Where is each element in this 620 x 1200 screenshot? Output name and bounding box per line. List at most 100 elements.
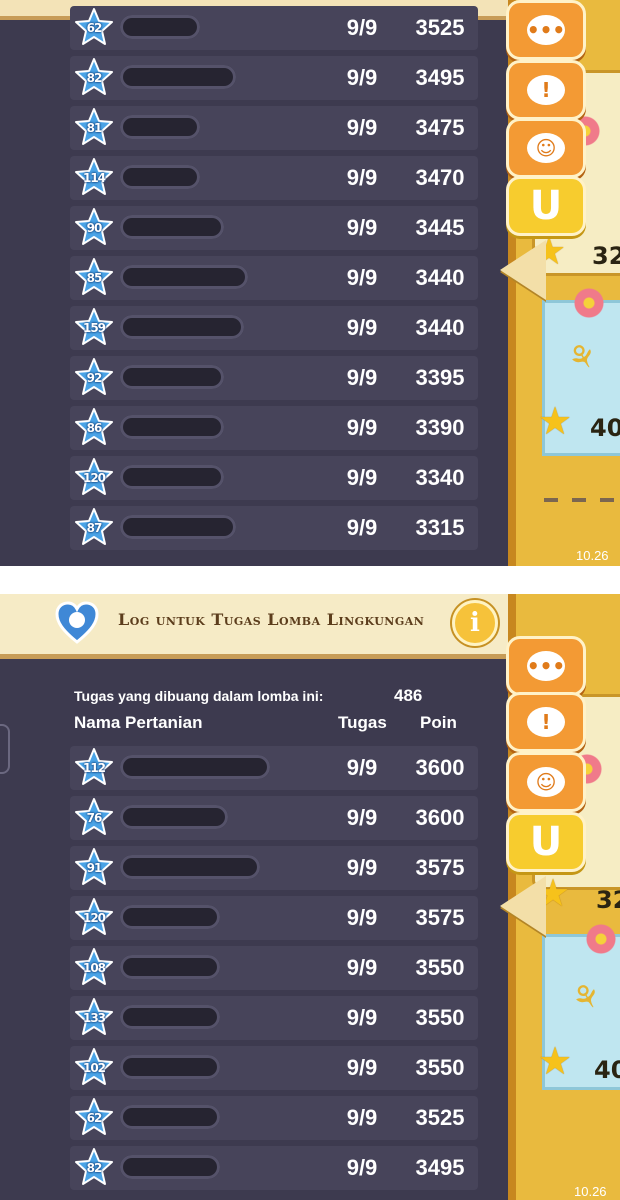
- table-row[interactable]: 120 9/9 3340: [70, 456, 478, 500]
- smiley-button[interactable]: ☺: [506, 752, 586, 812]
- level-star-badge: 76: [74, 797, 114, 837]
- level-number: 81: [86, 121, 103, 135]
- level-star-badge: 120: [74, 457, 114, 497]
- timestamp: 10.26: [576, 548, 609, 563]
- level-number: 87: [86, 521, 103, 535]
- farm-name-redacted[interactable]: [120, 365, 224, 389]
- points-value: 3390: [415, 415, 465, 440]
- farm-name-redacted[interactable]: [120, 1155, 220, 1179]
- table-row[interactable]: 86 9/9 3390: [70, 406, 478, 450]
- smiley-icon: ☺: [527, 133, 565, 163]
- table-row[interactable]: 112 9/9 3600: [70, 746, 478, 790]
- table-row[interactable]: 90 9/9 3445: [70, 206, 478, 250]
- farm-name-redacted[interactable]: [120, 165, 200, 189]
- table-row[interactable]: 62 9/9 3525: [70, 6, 478, 50]
- farm-name-redacted[interactable]: [120, 1055, 220, 1079]
- table-row[interactable]: 133 9/9 3550: [70, 996, 478, 1040]
- points-value: 3445: [415, 215, 465, 240]
- table-row[interactable]: 81 9/9 3475: [70, 106, 478, 150]
- level-star-badge: 133: [74, 997, 114, 1037]
- star-coin-icon: ★: [538, 1039, 573, 1083]
- flower-icon: [586, 924, 616, 954]
- tasks-count: 9/9: [346, 955, 378, 980]
- alert-button[interactable]: !: [506, 692, 586, 752]
- points-value: 3495: [415, 1155, 465, 1180]
- farm-name-redacted[interactable]: [120, 955, 220, 979]
- info-button[interactable]: i: [452, 600, 498, 646]
- level-number: 133: [82, 1011, 106, 1025]
- farm-name-redacted[interactable]: [120, 465, 224, 489]
- farm-name-redacted[interactable]: [120, 315, 244, 339]
- tasks-count: 9/9: [346, 905, 378, 930]
- points-value: 3470: [415, 165, 465, 190]
- scroll-handle[interactable]: [0, 724, 10, 774]
- points-value: 3495: [415, 65, 465, 90]
- farm-name-redacted[interactable]: [120, 515, 236, 539]
- level-star-badge: 108: [74, 947, 114, 987]
- tasks-count: 9/9: [346, 515, 378, 540]
- farm-name-redacted[interactable]: [120, 1005, 220, 1029]
- discarded-tasks-label: Tugas yang dibuang dalam lomba ini:: [74, 688, 324, 704]
- top-screenshot: 62 9/9 3525 82 9/9 3495 81 9/9 3475 114 …: [0, 0, 620, 566]
- points-value: 3550: [415, 1005, 465, 1030]
- tasks-count: 9/9: [346, 115, 378, 140]
- level-number: 114: [82, 171, 106, 185]
- table-row[interactable]: 102 9/9 3550: [70, 1046, 478, 1090]
- side-value: 320: [592, 242, 620, 270]
- farm-name-redacted[interactable]: [120, 415, 224, 439]
- table-row[interactable]: 92 9/9 3395: [70, 356, 478, 400]
- points-value: 3550: [415, 955, 465, 980]
- table-row[interactable]: 120 9/9 3575: [70, 896, 478, 940]
- tasks-count: 9/9: [346, 855, 378, 880]
- table-row[interactable]: 87 9/9 3315: [70, 506, 478, 550]
- table-row[interactable]: 108 9/9 3550: [70, 946, 478, 990]
- bottom-screenshot: Log untuk Tugas Lomba Lingkungan i Tugas…: [0, 594, 620, 1200]
- smiley-button[interactable]: ☺: [506, 118, 586, 178]
- table-row[interactable]: 114 9/9 3470: [70, 156, 478, 200]
- alert-button[interactable]: !: [506, 60, 586, 120]
- farm-name-redacted[interactable]: [120, 755, 270, 779]
- level-star-badge: 112: [74, 747, 114, 787]
- farm-name-redacted[interactable]: [120, 855, 260, 879]
- table-row[interactable]: 91 9/9 3575: [70, 846, 478, 890]
- table-row[interactable]: 82 9/9 3495: [70, 56, 478, 100]
- level-number: 159: [82, 321, 106, 335]
- level-number: 82: [86, 71, 103, 85]
- level-number: 92: [86, 371, 103, 385]
- table-row[interactable]: 159 9/9 3440: [70, 306, 478, 350]
- horseshoe-button[interactable]: U: [506, 176, 586, 236]
- dashed-divider: [544, 498, 620, 502]
- level-star-badge: 102: [74, 1047, 114, 1087]
- collapse-arrow-button[interactable]: [500, 240, 546, 300]
- farm-name-redacted[interactable]: [120, 805, 228, 829]
- discarded-tasks-value: 486: [394, 686, 423, 705]
- tasks-count: 9/9: [346, 1155, 378, 1180]
- tasks-count: 9/9: [346, 755, 378, 780]
- points-value: 3475: [415, 115, 465, 140]
- level-number: 62: [86, 1111, 103, 1125]
- points-value: 3550: [415, 1055, 465, 1080]
- tasks-count: 9/9: [346, 1055, 378, 1080]
- farm-name-redacted[interactable]: [120, 65, 236, 89]
- farm-name-redacted[interactable]: [120, 1105, 220, 1129]
- table-row[interactable]: 85 9/9 3440: [70, 256, 478, 300]
- table-row[interactable]: 62 9/9 3525: [70, 1096, 478, 1140]
- horseshoe-button[interactable]: U: [506, 812, 586, 872]
- table-row[interactable]: 82 9/9 3495: [70, 1146, 478, 1190]
- farm-name-redacted[interactable]: [120, 905, 220, 929]
- collapse-arrow-button[interactable]: [500, 876, 546, 936]
- chat-button[interactable]: •••: [506, 0, 586, 60]
- tasks-count: 9/9: [346, 165, 378, 190]
- table-row[interactable]: 76 9/9 3600: [70, 796, 478, 840]
- tasks-count: 9/9: [346, 805, 378, 830]
- level-star-badge: 81: [74, 107, 114, 147]
- farm-name-redacted[interactable]: [120, 115, 200, 139]
- farm-name-redacted[interactable]: [120, 15, 200, 39]
- level-star-badge: 120: [74, 897, 114, 937]
- farm-name-redacted[interactable]: [120, 265, 248, 289]
- chat-button[interactable]: •••: [506, 636, 586, 696]
- timestamp: 10.26: [574, 1184, 607, 1199]
- points-value: 3600: [415, 805, 465, 830]
- level-number: 86: [86, 421, 103, 435]
- farm-name-redacted[interactable]: [120, 215, 224, 239]
